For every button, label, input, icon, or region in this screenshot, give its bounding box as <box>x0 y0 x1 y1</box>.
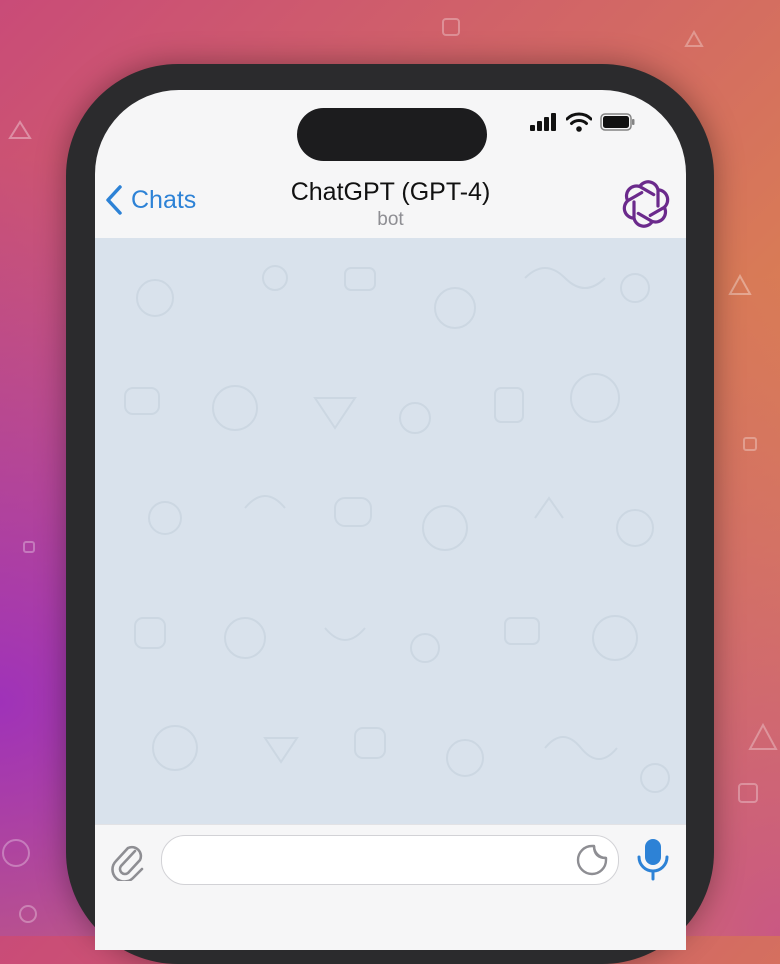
message-input[interactable] <box>180 836 564 886</box>
chat-header: Chats ChatGPT (GPT-4) bot <box>95 170 686 238</box>
square-decoration-icon <box>738 783 758 803</box>
chat-subtitle: bot <box>377 209 404 230</box>
battery-icon <box>600 113 635 131</box>
openai-logo-icon[interactable] <box>618 176 674 232</box>
paperclip-icon[interactable] <box>109 839 147 881</box>
signal-icon <box>530 113 556 131</box>
status-bar <box>530 112 636 132</box>
sticker-icon[interactable] <box>576 844 608 876</box>
circle-decoration-icon <box>2 839 30 867</box>
triangle-decoration-icon <box>728 274 752 295</box>
dynamic-island <box>297 108 487 161</box>
message-input-field[interactable] <box>161 835 619 886</box>
phone-screen: Chats ChatGPT (GPT-4) bot <box>95 90 686 950</box>
square-decoration-icon <box>743 437 757 451</box>
triangle-decoration-icon <box>684 30 704 47</box>
wifi-icon <box>566 112 592 132</box>
chat-messages-area[interactable] <box>95 238 686 824</box>
chat-title: ChatGPT (GPT-4) <box>290 178 491 206</box>
doodle-wallpaper-pattern <box>124 265 670 793</box>
square-decoration-icon <box>442 18 460 36</box>
triangle-decoration-icon <box>8 120 32 139</box>
microphone-icon[interactable] <box>635 837 671 881</box>
message-composer <box>95 824 686 950</box>
triangle-decoration-icon <box>748 722 778 750</box>
circle-decoration-icon <box>19 905 37 923</box>
chat-title-block[interactable]: ChatGPT (GPT-4) bot <box>95 178 686 231</box>
square-decoration-icon <box>23 541 35 553</box>
